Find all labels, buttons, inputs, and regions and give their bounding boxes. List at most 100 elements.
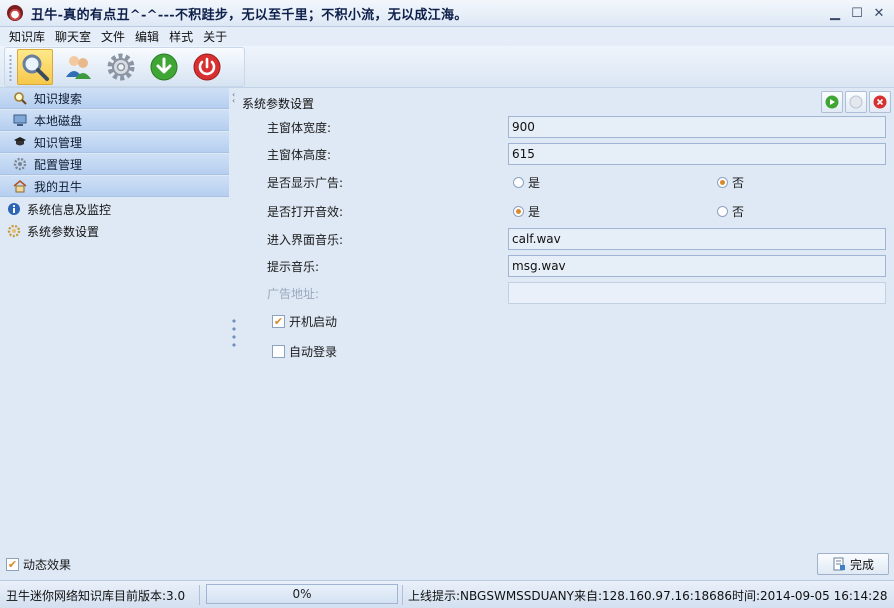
finish-label: 完成 [849, 557, 874, 572]
toolbar-users-button[interactable] [60, 49, 96, 85]
version-text: 丑牛迷你网络知识库目前版本:3.0 [6, 589, 186, 603]
sidebar-item-label: 知识搜索 [34, 91, 83, 106]
radio-label: 否 [732, 204, 745, 219]
sidebar-item-label: 知识管理 [34, 135, 83, 150]
checkbox-box [272, 344, 285, 358]
ads-no-radio[interactable]: 否 [717, 171, 744, 193]
music-label: 进入界面音乐: [267, 232, 344, 247]
status-bar: 丑牛迷你网络知识库目前版本:3.0 0% 上线提示:NBGSWMSSDUANY来… [0, 580, 894, 608]
search-icon [12, 90, 28, 106]
radio-label: 是 [528, 204, 541, 219]
app-logo-icon [7, 5, 23, 21]
toolbar [0, 46, 894, 88]
sidebar-item-label: 配置管理 [34, 157, 83, 172]
magnifier-icon [22, 54, 49, 81]
progress-text: 0% [292, 587, 312, 601]
sidebar-item-knowledge-manage[interactable]: 知识管理 [0, 132, 229, 153]
finish-button[interactable]: 完成 [817, 553, 889, 575]
maximize-icon[interactable]: ☐ [848, 4, 866, 22]
autostart-checkbox[interactable]: ✔ 开机启动 [272, 310, 337, 332]
status-divider [199, 585, 200, 605]
tree-item-system-params[interactable]: 系统参数设置 [0, 220, 229, 242]
minimize-icon[interactable]: ▁ [826, 4, 844, 22]
panel-title: 系统参数设置 [242, 97, 315, 111]
radio-label: 是 [528, 175, 541, 190]
checkbox-label: 动态效果 [23, 557, 72, 572]
sidebar-item-config-manage[interactable]: 配置管理 [0, 154, 229, 175]
menu-edit[interactable]: 编辑 [130, 28, 164, 45]
height-input[interactable]: 615 [508, 143, 886, 165]
status-divider [402, 585, 403, 605]
menu-bar: 知识库 聊天室 文件 编辑 样式 关于 [0, 27, 894, 46]
sound-label: 是否打开音效: [267, 204, 344, 219]
tip-music-input[interactable]: msg.wav [508, 255, 886, 277]
tree-item-label: 系统参数设置 [27, 224, 100, 239]
progress-bar: 0% [206, 584, 398, 604]
sidebar-item-label: 我的丑牛 [34, 179, 83, 194]
ad-url-label: 广告地址: [267, 286, 320, 301]
computer-icon [12, 112, 28, 128]
music-input[interactable]: calf.wav [508, 228, 886, 250]
panel-actions [821, 91, 891, 113]
sidebar-item-local-disk[interactable]: 本地磁盘 [0, 110, 229, 131]
toolbar-grip[interactable] [9, 54, 12, 82]
toolbar-search-button[interactable] [17, 49, 53, 85]
download-icon [150, 53, 178, 81]
width-label: 主窗体宽度: [267, 120, 332, 135]
menu-about[interactable]: 关于 [198, 28, 232, 45]
radio-label: 否 [732, 175, 745, 190]
toolbar-download-button[interactable] [146, 49, 182, 85]
ads-yes-radio[interactable]: 是 [513, 171, 540, 193]
sidebar-item-knowledge-search[interactable]: 知识搜索 [0, 88, 229, 109]
settings-icon [6, 223, 22, 239]
run-button[interactable] [821, 91, 843, 113]
radio-indicator [717, 176, 728, 188]
menu-style[interactable]: 样式 [164, 28, 198, 45]
power-icon [193, 53, 221, 81]
checkmark-icon: ✔ [6, 557, 19, 571]
dynamic-effect-checkbox[interactable]: ✔ 动态效果 [6, 553, 71, 575]
stop-button[interactable] [869, 91, 891, 113]
radio-indicator [513, 205, 524, 217]
document-icon [833, 557, 845, 571]
autologin-checkbox[interactable]: 自动登录 [272, 340, 337, 362]
disabled-circle-icon [849, 95, 863, 109]
close-icon[interactable]: ✕ [870, 4, 888, 22]
radio-indicator [513, 176, 524, 188]
tip-music-label: 提示音乐: [267, 259, 320, 274]
show-ads-label: 是否显示广告: [267, 175, 344, 190]
pause-button[interactable] [845, 91, 867, 113]
sidebar-item-label: 本地磁盘 [34, 113, 83, 128]
status-message: 上线提示:NBGSWMSSDUANY来自:128.160.97.16:18686… [408, 589, 888, 603]
checkbox-label: 自动登录 [289, 344, 338, 359]
info-icon [6, 201, 22, 217]
gear-icon [12, 156, 28, 172]
splitter-grip[interactable] [232, 317, 236, 351]
width-input[interactable]: 900 [508, 116, 886, 138]
toolbar-settings-button[interactable] [103, 49, 139, 85]
tree-item-label: 系统信息及监控 [27, 202, 112, 217]
sidebar: 知识搜索 本地磁盘 知识管理 配置管理 我的丑牛 系统信息及监控 系统参数设置 [0, 88, 229, 578]
menu-file[interactable]: 文件 [96, 28, 130, 45]
users-icon [66, 56, 91, 79]
window-title: 丑牛-真的有点丑^-^---不积跬步，无以至千里；不积小流，无以成江海。 [31, 7, 468, 23]
close-circle-icon [873, 95, 887, 109]
play-icon [825, 95, 839, 109]
toolbar-power-button[interactable] [189, 49, 225, 85]
window-controls: ▁ ☐ ✕ [826, 4, 888, 22]
checkbox-label: 开机启动 [289, 314, 338, 329]
menu-chat-room[interactable]: 聊天室 [50, 28, 96, 45]
sidebar-item-my-chouniu[interactable]: 我的丑牛 [0, 176, 229, 197]
title-bar: 丑牛-真的有点丑^-^---不积跬步，无以至千里；不积小流，无以成江海。 ▁ ☐… [0, 0, 894, 27]
graduation-cap-icon [12, 134, 28, 150]
collapse-arrows-icon[interactable]: ‹ ‹ [232, 91, 235, 105]
menu-knowledge-base[interactable]: 知识库 [4, 28, 50, 45]
checkmark-icon: ✔ [272, 314, 285, 328]
height-label: 主窗体高度: [267, 147, 332, 162]
tree-item-system-info[interactable]: 系统信息及监控 [0, 198, 229, 220]
home-icon [12, 178, 28, 194]
ad-url-input [508, 282, 886, 304]
toolbar-strip [4, 47, 245, 87]
sound-yes-radio[interactable]: 是 [513, 200, 540, 222]
sound-no-radio[interactable]: 否 [717, 200, 744, 222]
